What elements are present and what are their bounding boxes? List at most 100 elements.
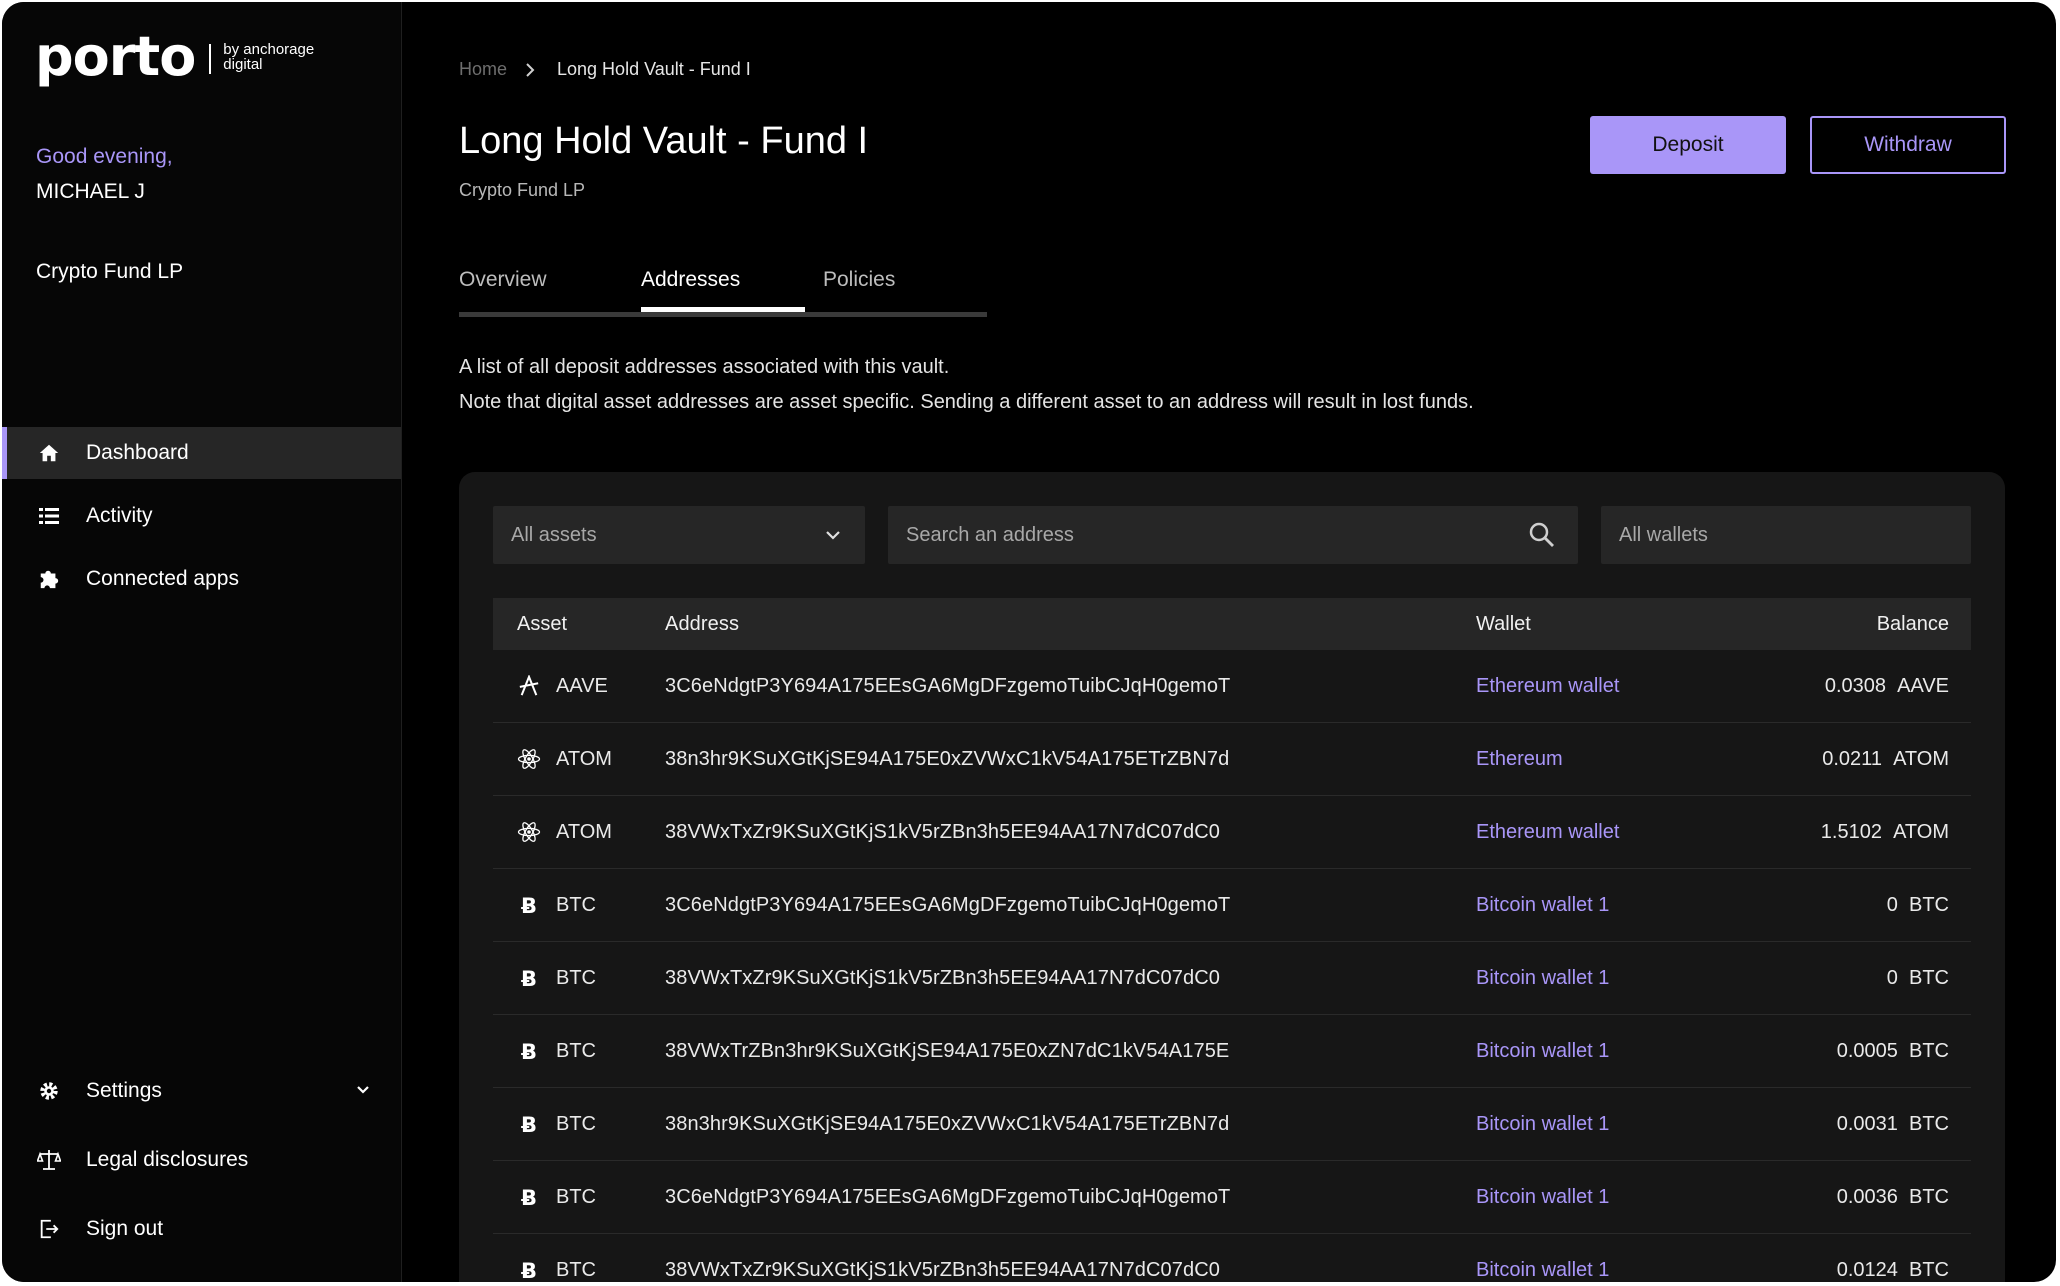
svg-text:Ƀ: Ƀ (521, 1259, 537, 1282)
balance-cell: 0 BTC (1887, 967, 1949, 990)
sidebar-item-connected-apps[interactable]: Connected apps (2, 553, 401, 605)
balance-amount: 0.0124 (1836, 1258, 1898, 1281)
svg-text:Ƀ: Ƀ (521, 967, 537, 990)
addresses-description: A list of all deposit addresses associat… (459, 350, 1474, 420)
withdraw-button[interactable]: Withdraw (1810, 116, 2006, 174)
asset-cell: Ƀ BTC (517, 1258, 596, 1283)
svg-text:Ƀ: Ƀ (521, 894, 537, 917)
sidebar-item-activity[interactable]: Activity (2, 490, 401, 542)
breadcrumb-current: Long Hold Vault - Fund I (557, 59, 751, 79)
asset-symbol: ATOM (556, 747, 612, 770)
home-icon (37, 441, 61, 465)
sidebar-item-label: Sign out (86, 1217, 164, 1240)
balance-unit: BTC (1909, 1039, 1949, 1062)
asset-symbol: AAVE (556, 674, 608, 697)
address-cell[interactable]: 38VWxTrZBn3hr9KSuXGtKjSE94A175E0xZN7dC1k… (665, 1040, 1229, 1063)
logo-wordmark: porto (35, 25, 196, 88)
asset-filter-value: All assets (511, 523, 597, 546)
sidebar-item-dashboard[interactable]: Dashboard (2, 427, 401, 479)
wallet-link[interactable]: Ethereum wallet (1476, 675, 1619, 698)
sidebar-item-label: Connected apps (86, 567, 239, 590)
address-cell[interactable]: 38VWxTxZr9KSuXGtKjS1kV5rZBn3h5EE94AA17N7… (665, 1259, 1220, 1282)
main-content: Home Long Hold Vault - Fund I Long Hold … (402, 2, 2056, 1282)
addresses-table: Asset Address Wallet Balance AAVE 3C6eNd… (493, 598, 1971, 1282)
chevron-down-icon[interactable] (353, 1079, 373, 1105)
balance-amount: 0.0308 (1824, 674, 1886, 697)
asset-cell: Ƀ BTC (517, 1039, 596, 1064)
address-cell[interactable]: 3C6eNdgtP3Y694A175EEsGA6MgDFzgemoTuibCJq… (665, 1186, 1230, 1209)
wallet-link[interactable]: Bitcoin wallet 1 (1476, 1259, 1609, 1282)
address-cell[interactable]: 38VWxTxZr9KSuXGtKjS1kV5rZBn3h5EE94AA17N7… (665, 821, 1220, 844)
breadcrumb: Home Long Hold Vault - Fund I (459, 59, 751, 80)
search-placeholder: Search an address (906, 523, 1074, 546)
svg-text:Ƀ: Ƀ (521, 1040, 537, 1063)
sidebar-item-label: Dashboard (86, 441, 189, 464)
wallet-filter-select[interactable]: All wallets (1601, 506, 1971, 564)
address-cell[interactable]: 38VWxTxZr9KSuXGtKjS1kV5rZBn3h5EE94AA17N7… (665, 967, 1220, 990)
wallet-link[interactable]: Bitcoin wallet 1 (1476, 1113, 1609, 1136)
breadcrumb-home-link[interactable]: Home (459, 59, 507, 80)
logo-tagline: by anchorage digital (223, 42, 314, 72)
table-row[interactable]: AAVE 3C6eNdgtP3Y694A175EEsGA6MgDFzgemoTu… (493, 650, 1971, 723)
balance-amount: 1.5102 (1820, 820, 1882, 843)
balance-unit: BTC (1909, 966, 1949, 989)
description-warning: Note that digital asset addresses are as… (459, 391, 1474, 413)
asset-filter-select[interactable]: All assets (493, 506, 865, 564)
active-tab-indicator (641, 307, 805, 312)
table-row[interactable]: ATOM 38n3hr9KSuXGtKjSE94A175E0xZVWxC1kV5… (493, 723, 1971, 796)
wallet-link[interactable]: Ethereum wallet (1476, 821, 1619, 844)
table-row[interactable]: ATOM 38VWxTxZr9KSuXGtKjS1kV5rZBn3h5EE94A… (493, 796, 1971, 869)
atom-icon (517, 820, 541, 844)
table-header: Asset Address Wallet Balance (493, 598, 1971, 650)
sidebar: porto by anchorage digital Good evening,… (2, 2, 402, 1282)
wallet-link[interactable]: Bitcoin wallet 1 (1476, 1040, 1609, 1063)
column-header-address: Address (665, 612, 740, 635)
sidebar-item-label: Activity (86, 504, 153, 527)
porto-logo[interactable]: porto by anchorage digital (35, 30, 314, 84)
chevron-down-icon (823, 525, 843, 551)
asset-cell: Ƀ BTC (517, 893, 596, 918)
tab-addresses[interactable]: Addresses (641, 268, 740, 292)
sidebar-item-label: Legal disclosures (86, 1148, 249, 1171)
deposit-button[interactable]: Deposit (1590, 116, 1786, 174)
wallet-link[interactable]: Bitcoin wallet 1 (1476, 967, 1609, 990)
svg-text:Ƀ: Ƀ (521, 1186, 537, 1209)
asset-cell: Ƀ BTC (517, 1185, 596, 1210)
balance-cell: 0.0036 BTC (1837, 1186, 1949, 1209)
organization-name: Crypto Fund LP (36, 260, 184, 283)
balance-cell: 0.0211 ATOM (1822, 748, 1949, 771)
table-row[interactable]: Ƀ BTC 38VWxTxZr9KSuXGtKjS1kV5rZBn3h5EE94… (493, 942, 1971, 1015)
address-cell[interactable]: 3C6eNdgtP3Y694A175EEsGA6MgDFzgemoTuibCJq… (665, 894, 1230, 917)
sidebar-item-sign-out[interactable]: Sign out (2, 1203, 401, 1255)
sidebar-item-legal-disclosures[interactable]: Legal disclosures (2, 1134, 401, 1186)
asset-symbol: BTC (556, 1258, 596, 1281)
wallet-link[interactable]: Bitcoin wallet 1 (1476, 1186, 1609, 1209)
tab-overview[interactable]: Overview (459, 268, 547, 292)
address-cell[interactable]: 38n3hr9KSuXGtKjSE94A175E0xZVWxC1kV54A175… (665, 1113, 1229, 1136)
table-row[interactable]: Ƀ BTC 38VWxTrZBn3hr9KSuXGtKjSE94A175E0xZ… (493, 1015, 1971, 1088)
tab-policies[interactable]: Policies (823, 268, 895, 292)
search-icon[interactable] (1528, 521, 1556, 555)
table-row[interactable]: Ƀ BTC 38VWxTxZr9KSuXGtKjS1kV5rZBn3h5EE94… (493, 1234, 1971, 1283)
table-row[interactable]: Ƀ BTC 38n3hr9KSuXGtKjSE94A175E0xZVWxC1kV… (493, 1088, 1971, 1161)
table-row[interactable]: Ƀ BTC 3C6eNdgtP3Y694A175EEsGA6MgDFzgemoT… (493, 1161, 1971, 1234)
scale-icon (37, 1148, 61, 1172)
logo-divider (209, 44, 212, 74)
table-row[interactable]: Ƀ BTC 3C6eNdgtP3Y694A175EEsGA6MgDFzgemoT… (493, 869, 1971, 942)
app-window: porto by anchorage digital Good evening,… (2, 2, 2056, 1282)
address-cell[interactable]: 38n3hr9KSuXGtKjSE94A175E0xZVWxC1kV54A175… (665, 748, 1229, 771)
address-search-input[interactable]: Search an address (888, 506, 1578, 564)
sign-out-icon (37, 1217, 61, 1241)
wallet-link[interactable]: Ethereum (1476, 748, 1563, 771)
balance-unit: ATOM (1893, 747, 1949, 770)
bitcoin-icon: Ƀ (517, 966, 541, 990)
asset-cell: ATOM (517, 747, 612, 771)
address-cell[interactable]: 3C6eNdgtP3Y694A175EEsGA6MgDFzgemoTuibCJq… (665, 675, 1230, 698)
tab-bar: Overview Addresses Policies (459, 268, 987, 317)
chevron-right-icon (525, 62, 535, 77)
wallet-link[interactable]: Bitcoin wallet 1 (1476, 894, 1609, 917)
sidebar-item-settings[interactable]: Settings (2, 1065, 401, 1117)
gear-icon (37, 1079, 61, 1103)
balance-cell: 0.0005 BTC (1837, 1040, 1949, 1063)
asset-cell: ATOM (517, 820, 612, 844)
